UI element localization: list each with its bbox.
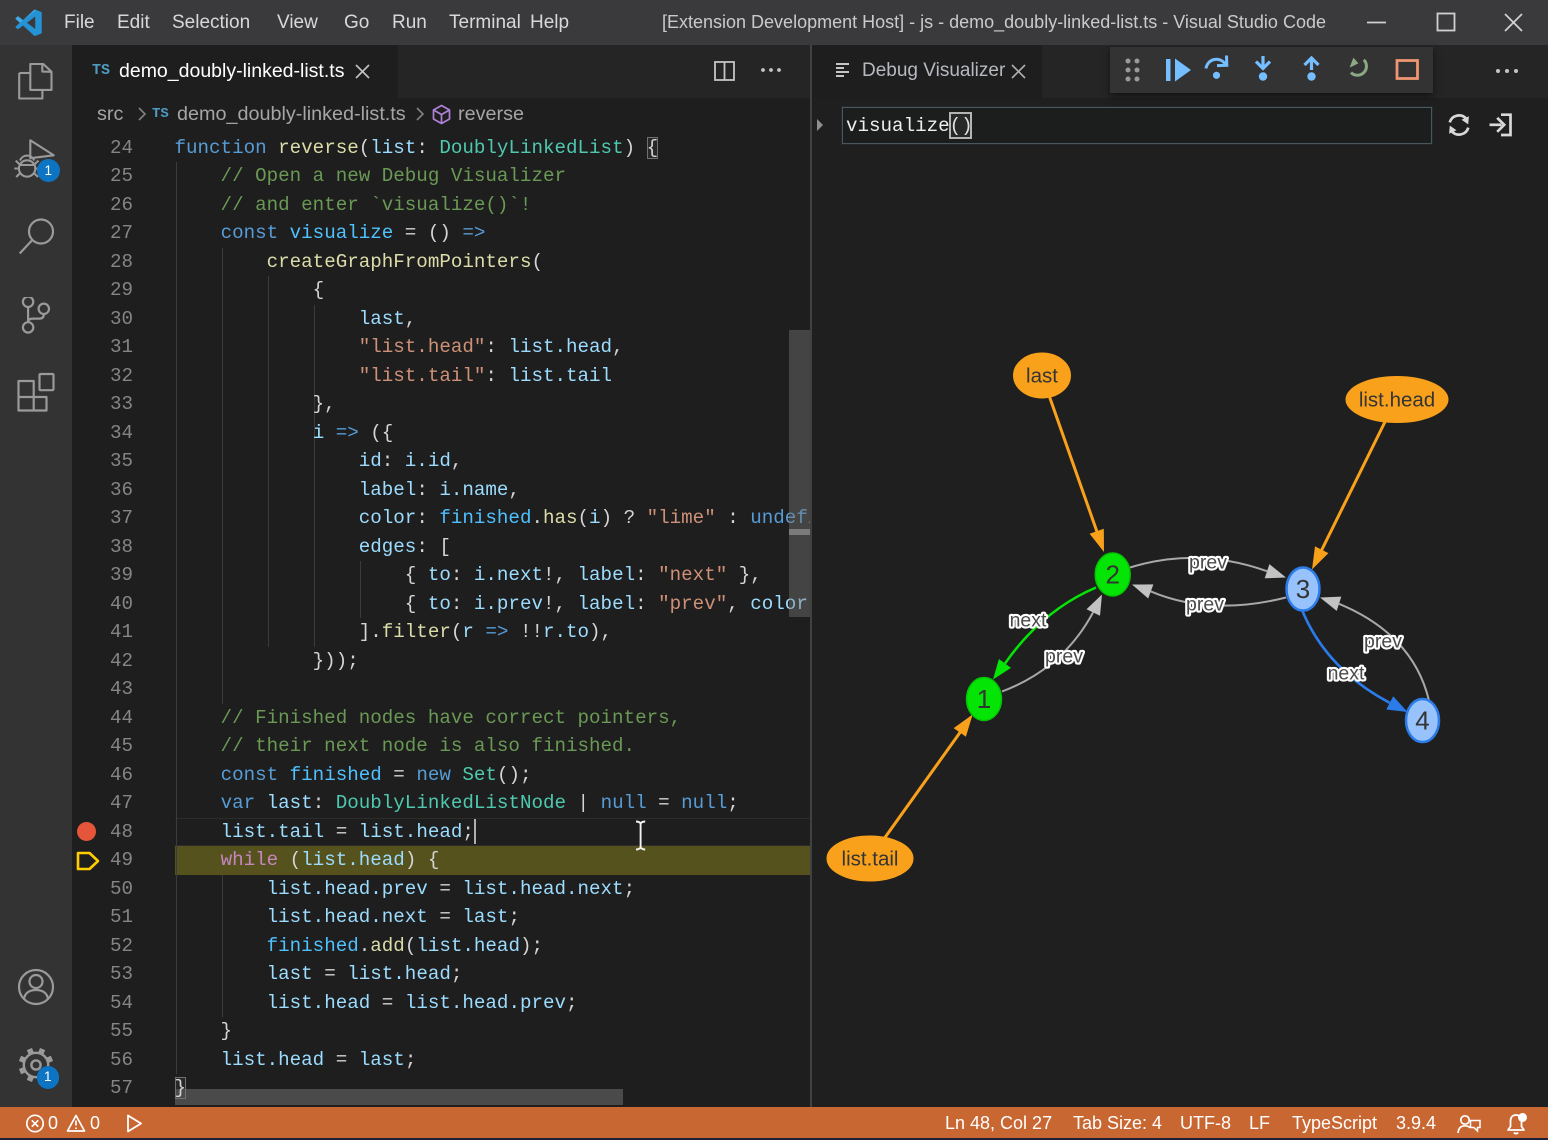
- svg-text:prev: prev: [1045, 645, 1083, 667]
- svg-text:last: last: [1026, 364, 1058, 387]
- svg-text:4: 4: [1415, 705, 1429, 735]
- svg-text:2: 2: [1105, 559, 1119, 589]
- svg-text:next: next: [1328, 662, 1365, 684]
- svg-text:1: 1: [977, 684, 991, 714]
- svg-text:list.tail: list.tail: [842, 847, 899, 870]
- svg-text:prev: prev: [1189, 551, 1227, 573]
- svg-text:prev: prev: [1186, 593, 1224, 615]
- svg-text:3: 3: [1296, 574, 1310, 604]
- svg-text:prev: prev: [1364, 630, 1402, 652]
- svg-text:list.head: list.head: [1359, 388, 1435, 411]
- svg-text:next: next: [1010, 609, 1047, 631]
